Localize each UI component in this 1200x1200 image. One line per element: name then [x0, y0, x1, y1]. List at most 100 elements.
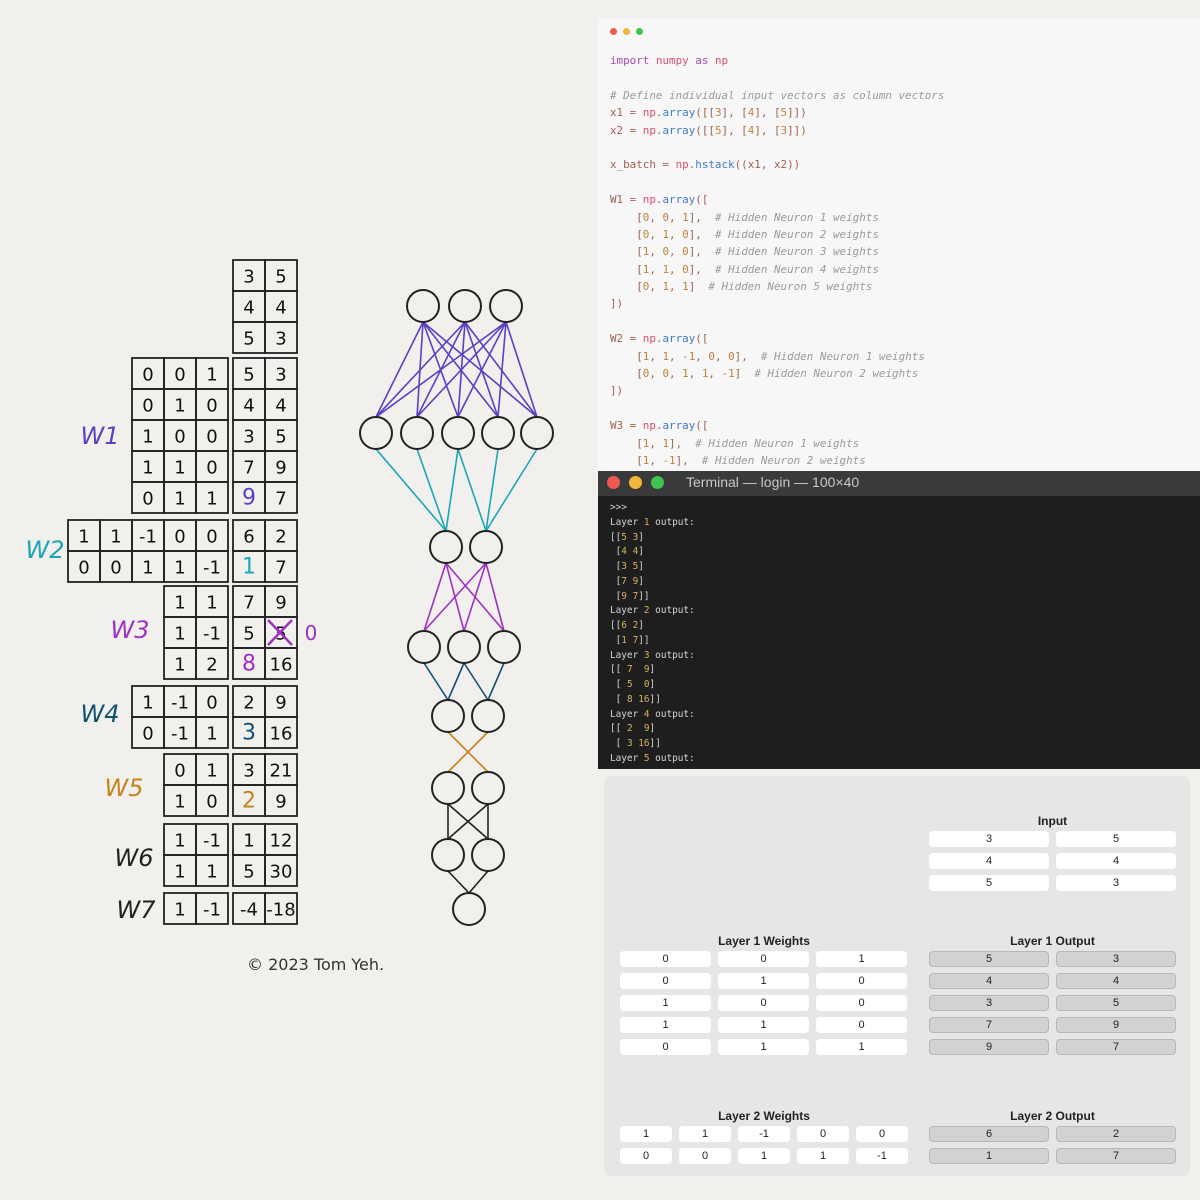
- layer2-weight-cell[interactable]: 1: [738, 1148, 790, 1164]
- layer1-weight-cell[interactable]: 1: [718, 1039, 809, 1055]
- layer1-weight-cell[interactable]: 1: [816, 951, 907, 967]
- w2-matrix-value: 0: [206, 527, 217, 548]
- layer1-weight-cell[interactable]: 0: [816, 1017, 907, 1033]
- w7-matrix-value: -1: [203, 900, 221, 921]
- layer2-weight-cell[interactable]: 0: [679, 1148, 731, 1164]
- relu-zero-label: 0: [305, 621, 318, 645]
- w4-label: W4: [81, 700, 120, 728]
- layer1-output-cell: 7: [929, 1017, 1049, 1033]
- layer2-weight-cell[interactable]: 0: [620, 1148, 672, 1164]
- w4-matrix-value: 0: [142, 724, 153, 745]
- w2-matrix-value: 0: [78, 558, 89, 579]
- layer2-weight-cell[interactable]: 0: [797, 1126, 849, 1142]
- network-edge: [463, 662, 489, 701]
- w1-matrix-value: 1: [174, 396, 185, 417]
- terminal-line: [7 9]: [610, 575, 644, 587]
- layer2-weight-cell[interactable]: 1: [620, 1126, 672, 1142]
- w1-matrix-value: 0: [142, 396, 153, 417]
- input-title: Input: [1037, 814, 1068, 828]
- layer2-output-cell: 7: [1056, 1148, 1176, 1164]
- network-edge: [447, 870, 470, 894]
- layer2-weight-cell[interactable]: 1: [797, 1148, 849, 1164]
- layer1-output-cell: 3: [1056, 951, 1176, 967]
- w4-matrix-value: 0: [206, 693, 217, 714]
- w1-matrix-value: 0: [206, 427, 217, 448]
- w1-matrix-value: 0: [174, 365, 185, 386]
- w4-matrix-value: -1: [171, 693, 189, 714]
- layer1-weight-cell[interactable]: 0: [620, 973, 711, 989]
- l5-matrix-value: 2: [242, 789, 256, 814]
- l4-matrix-value: 3: [242, 721, 256, 746]
- layer2-weight-cell[interactable]: 0: [856, 1126, 908, 1142]
- l2-matrix-value: 6: [243, 527, 254, 548]
- zoom-dot-icon[interactable]: [651, 476, 664, 489]
- network-edge: [464, 321, 538, 418]
- l1-matrix-value: 3: [243, 427, 254, 448]
- code-line: [0, 0, 1, 1, -1] # Hidden Neuron 2 weigh…: [610, 367, 919, 381]
- layer1-weight-cell[interactable]: 1: [718, 1017, 809, 1033]
- terminal-output[interactable]: >>> Layer 1 output: [[5 3] [4 4] [3 5] [7 …: [610, 501, 695, 767]
- w1-matrix-value: 0: [174, 427, 185, 448]
- network-neuron: [431, 838, 465, 872]
- w6-matrix-value: 1: [174, 862, 185, 883]
- w2-matrix-value: 1: [110, 527, 121, 548]
- network-neuron: [359, 416, 393, 450]
- input-cell[interactable]: 3: [929, 831, 1049, 847]
- network-neuron: [400, 416, 434, 450]
- input-cell[interactable]: 3: [1056, 875, 1176, 891]
- l1-matrix-value: 5: [275, 427, 286, 448]
- l3-matrix-value: 9: [275, 593, 286, 614]
- layer1-weight-cell[interactable]: 1: [620, 1017, 711, 1033]
- input-cell[interactable]: 5: [1056, 831, 1176, 847]
- input-cell[interactable]: 4: [929, 853, 1049, 869]
- layer1-weight-cell[interactable]: 1: [816, 1039, 907, 1055]
- input-cell[interactable]: 4: [1056, 853, 1176, 869]
- terminal-window: Terminal — login — 100×40 >>> Layer 1 out…: [598, 471, 1200, 769]
- l1-matrix-value: 5: [243, 365, 254, 386]
- terminal-line: [ 3 16]]: [610, 738, 661, 749]
- layer1-output-cell: 9: [929, 1039, 1049, 1055]
- layer1-weight-cell[interactable]: 0: [816, 973, 907, 989]
- layer2-output-cell: 1: [929, 1148, 1049, 1164]
- close-dot-icon[interactable]: [610, 28, 617, 35]
- w2-label: W2: [26, 536, 65, 564]
- layer2-output-title: Layer 2 Output: [1010, 1109, 1095, 1123]
- layer2-weight-cell[interactable]: 1: [679, 1126, 731, 1142]
- input-cell[interactable]: 5: [929, 875, 1049, 891]
- network-neuron: [489, 289, 523, 323]
- l1-matrix-value: 7: [275, 489, 286, 510]
- code-line: [0, 1, 0], # Hidden Neuron 2 weights: [610, 227, 879, 241]
- l3-matrix-value: 7: [243, 593, 254, 614]
- layer2-weight-cell[interactable]: -1: [856, 1148, 908, 1164]
- w3-matrix-value: 1: [174, 593, 185, 614]
- network-neuron: [481, 416, 515, 450]
- minimize-dot-icon[interactable]: [629, 476, 642, 489]
- input-matrix-value: 4: [243, 298, 254, 319]
- layer1-weight-cell[interactable]: 1: [718, 973, 809, 989]
- close-dot-icon[interactable]: [607, 476, 620, 489]
- w5-label: W5: [105, 774, 144, 802]
- network-neuron: [431, 771, 465, 805]
- layer1-weights-title: Layer 1 Weights: [718, 934, 810, 948]
- layer1-weight-cell[interactable]: 0: [620, 1039, 711, 1055]
- layer1-weight-cell[interactable]: 0: [718, 951, 809, 967]
- zoom-dot-icon[interactable]: [636, 28, 643, 35]
- w1-matrix-value: 0: [206, 458, 217, 479]
- layer1-weight-cell[interactable]: 0: [620, 951, 711, 967]
- minimize-dot-icon[interactable]: [623, 28, 630, 35]
- w1-matrix-value: 1: [206, 365, 217, 386]
- code-line: # Define individual input vectors as col…: [610, 88, 945, 102]
- layer1-output-cell: 9: [1056, 1017, 1176, 1033]
- w2-matrix-value: 0: [174, 527, 185, 548]
- layer1-weight-cell[interactable]: 0: [718, 995, 809, 1011]
- input-matrix-value: 5: [275, 267, 286, 288]
- network-edge: [416, 321, 424, 418]
- layer1-weight-cell[interactable]: 0: [816, 995, 907, 1011]
- terminal-line: [[ 7 9]: [610, 664, 656, 676]
- layer2-weight-cell[interactable]: -1: [738, 1126, 790, 1142]
- l1-matrix-value: 4: [275, 396, 286, 417]
- w3-matrix-value: 1: [206, 593, 217, 614]
- w2-matrix-value: -1: [139, 527, 157, 548]
- layer1-weight-cell[interactable]: 1: [620, 995, 711, 1011]
- l3-matrix-value: 16: [270, 655, 293, 676]
